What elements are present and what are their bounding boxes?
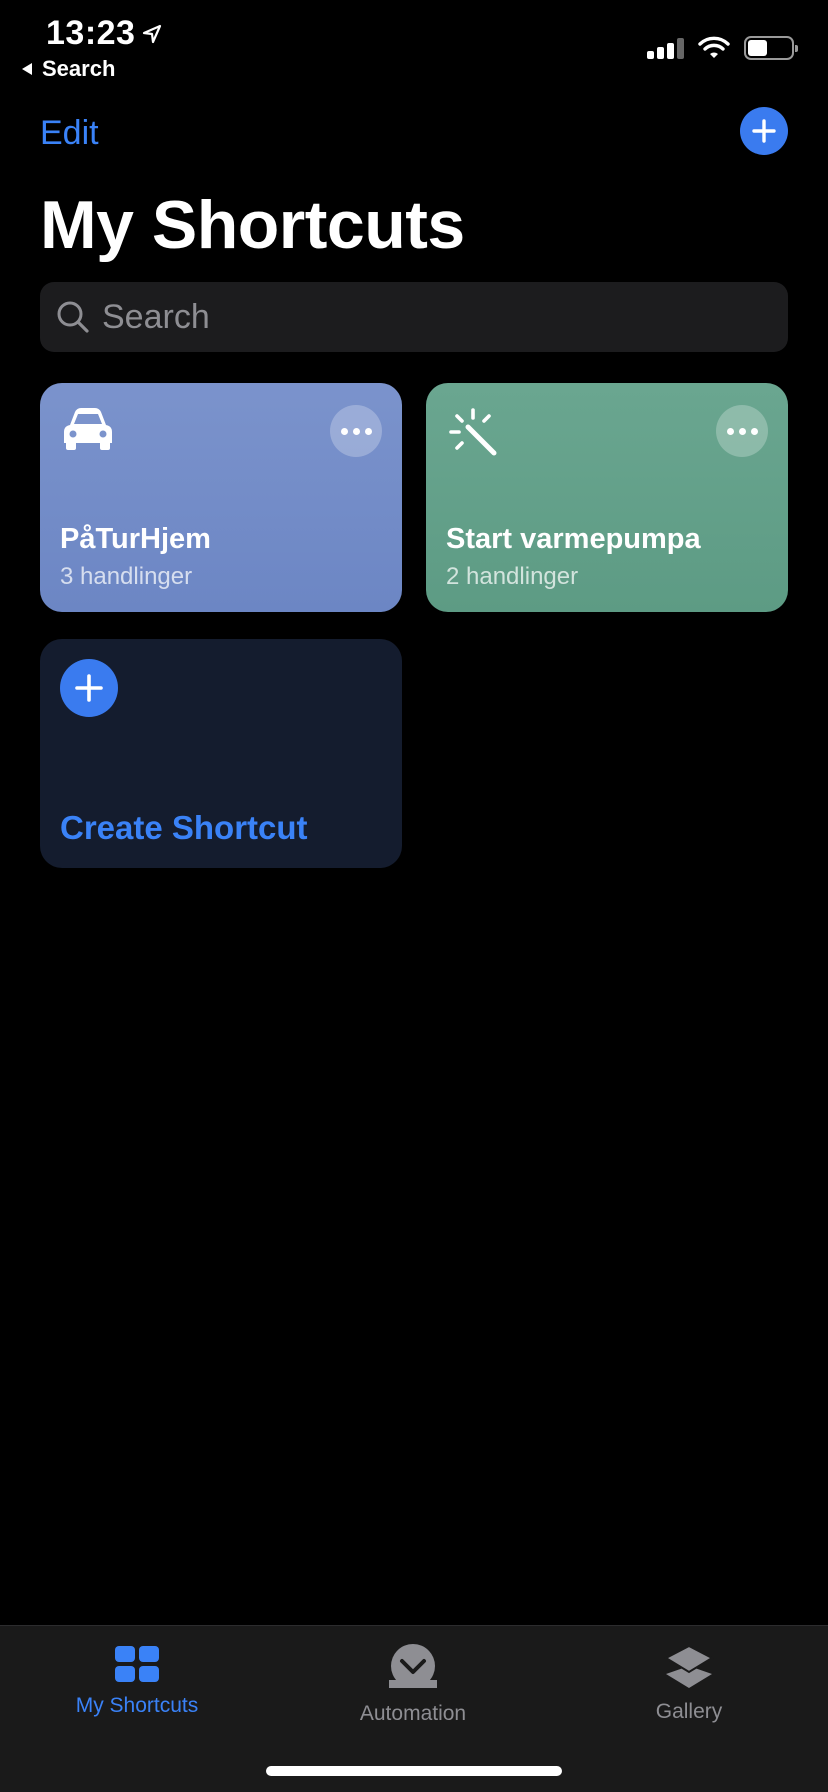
search-icon — [57, 301, 89, 333]
tab-gallery[interactable]: Gallery — [589, 1644, 789, 1724]
add-shortcut-button[interactable] — [740, 107, 788, 155]
cellular-signal-icon — [647, 37, 684, 59]
status-time: 13:23 — [46, 14, 163, 53]
back-triangle-icon — [22, 63, 32, 75]
more-dot — [364, 427, 372, 435]
shortcut-title: PåTurHjem — [60, 523, 211, 555]
shortcut-card-start-varmepumpa[interactable]: Start varmepumpa 2 handlinger — [426, 383, 788, 612]
shortcut-title: Start varmepumpa — [446, 523, 701, 555]
layers-icon — [664, 1644, 714, 1688]
shortcut-subtitle: 3 handlinger — [60, 563, 193, 590]
screen: 13:23 Search Edit My Shortcuts Search På… — [0, 0, 828, 1792]
create-shortcut-card[interactable]: Create Shortcut — [40, 639, 402, 868]
tab-label: My Shortcuts — [75, 1694, 199, 1717]
back-label: Search — [42, 56, 116, 81]
home-indicator[interactable] — [266, 1766, 562, 1776]
plus-icon — [75, 674, 103, 702]
magic-wand-icon — [446, 405, 500, 464]
page-title: My Shortcuts — [40, 187, 465, 263]
grid-icon — [115, 1646, 159, 1682]
car-icon — [60, 405, 116, 458]
battery-icon — [744, 36, 798, 60]
more-dot — [738, 427, 746, 435]
wifi-icon — [698, 36, 730, 58]
shortcut-more-button[interactable] — [330, 405, 382, 457]
create-shortcut-label: Create Shortcut — [60, 809, 308, 846]
clock-check-icon — [389, 1644, 437, 1688]
plus-icon — [752, 119, 776, 143]
create-plus-button — [60, 659, 118, 717]
search-input[interactable] — [102, 297, 762, 337]
more-dot — [340, 427, 348, 435]
edit-button[interactable]: Edit — [40, 114, 99, 153]
tab-automation[interactable]: Automation — [313, 1644, 513, 1726]
more-dot — [352, 427, 360, 435]
tab-label: Gallery — [655, 1700, 723, 1723]
shortcut-card-paturhjem[interactable]: PåTurHjem 3 handlinger — [40, 383, 402, 612]
more-dot — [750, 427, 758, 435]
back-to-search[interactable]: Search — [20, 56, 115, 82]
search-bar[interactable] — [40, 282, 788, 352]
location-arrow-icon — [143, 24, 162, 43]
more-dot — [726, 427, 734, 435]
status-time-text: 13:23 — [46, 14, 136, 52]
tab-my-shortcuts[interactable]: My Shortcuts — [37, 1644, 237, 1718]
shortcut-more-button[interactable] — [716, 405, 768, 457]
status-indicators — [647, 36, 798, 60]
shortcut-subtitle: 2 handlinger — [446, 563, 579, 590]
tab-label: Automation — [359, 1702, 467, 1725]
